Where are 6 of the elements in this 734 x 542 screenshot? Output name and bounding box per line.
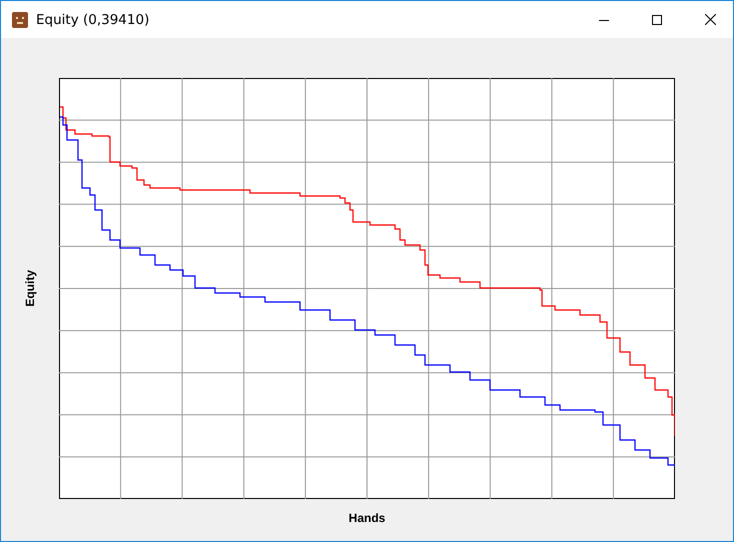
app-icon: [12, 12, 28, 28]
close-icon: [704, 14, 716, 25]
maximize-icon: [652, 14, 662, 24]
x-axis-label: Hands: [348, 511, 386, 525]
window-title: Equity (0,39410): [36, 12, 150, 28]
y-axis-label: Equity: [23, 270, 37, 307]
